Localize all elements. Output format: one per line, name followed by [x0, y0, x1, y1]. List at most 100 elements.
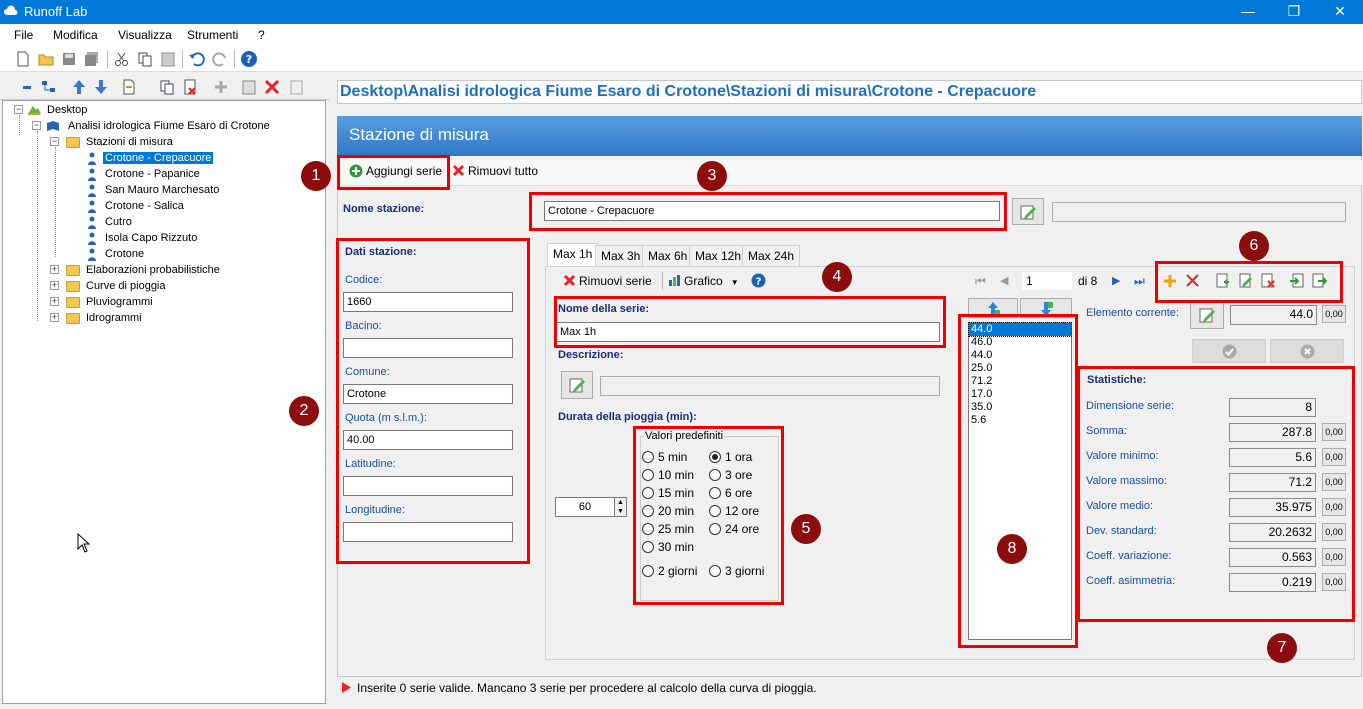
- new-file-icon[interactable]: [14, 50, 32, 68]
- menu-help[interactable]: ?: [258, 28, 265, 42]
- station-status-field: [1052, 202, 1346, 222]
- annotation-box: [633, 426, 784, 605]
- station-name-label: Nome stazione:: [343, 203, 425, 215]
- tab-max-6h[interactable]: Max 6h: [642, 245, 694, 267]
- redo-icon[interactable]: [211, 50, 229, 68]
- add-disabled-icon[interactable]: [212, 78, 230, 96]
- cancel-button[interactable]: [1270, 339, 1344, 363]
- tree-structure-icon[interactable]: [40, 78, 58, 96]
- help-icon[interactable]: ?: [240, 50, 258, 68]
- station-icon: [88, 184, 96, 197]
- tree-node-station[interactable]: Crotone: [87, 246, 146, 262]
- edit-note-icon: [1199, 308, 1215, 323]
- save-all-icon[interactable]: [83, 50, 101, 68]
- annotation-badge-5: 5: [791, 514, 821, 544]
- edit-name-button[interactable]: [1012, 198, 1044, 225]
- maximize-button[interactable]: ❐: [1271, 0, 1317, 24]
- tree-node-stazioni[interactable]: Stazioni di misura: [66, 134, 175, 150]
- current-element-label: Elemento corrente:: [1086, 307, 1179, 319]
- station-icon: [88, 168, 96, 181]
- move-up-icon[interactable]: [70, 78, 88, 96]
- menu-visualizza[interactable]: Visualizza: [118, 28, 172, 42]
- decimals-button[interactable]: 0,00: [1322, 305, 1346, 323]
- tree-node-folder[interactable]: Elaborazioni probabilistiche: [66, 262, 222, 278]
- annotation-badge-8: 8: [997, 534, 1027, 564]
- confirm-button[interactable]: [1192, 339, 1266, 363]
- copy-node-icon[interactable]: [158, 78, 176, 96]
- last-page-button[interactable]: ⏭: [1134, 274, 1145, 289]
- next-page-button[interactable]: ▶: [1112, 274, 1120, 287]
- remove-series-button[interactable]: Rimuovi serie: [563, 274, 652, 288]
- delete-icon: [452, 164, 465, 177]
- chart-dropdown-button[interactable]: Grafico ▼: [668, 274, 739, 288]
- edit-description-button[interactable]: [561, 371, 593, 399]
- duration-input[interactable]: 60: [555, 497, 615, 517]
- tab-max-3h[interactable]: Max 3h: [595, 245, 647, 267]
- delete-doc-icon[interactable]: [181, 78, 199, 96]
- book-icon: [47, 121, 59, 132]
- edit-current-button[interactable]: [1190, 301, 1224, 329]
- prev-page-button[interactable]: ◀: [1000, 274, 1008, 287]
- first-page-button[interactable]: ⏮: [975, 274, 986, 289]
- tree-node-desktop[interactable]: Desktop: [27, 102, 89, 118]
- description-field: [600, 376, 940, 396]
- menu-strumenti[interactable]: Strumenti: [187, 28, 238, 42]
- collapse-icon[interactable]: [18, 78, 36, 96]
- folder-icon: [66, 296, 80, 308]
- station-icon: [88, 152, 96, 165]
- tree-node-station[interactable]: San Mauro Marchesato: [87, 182, 221, 198]
- menu-file[interactable]: File: [14, 28, 33, 42]
- annotation-box: [337, 155, 450, 190]
- new-item-icon[interactable]: [120, 78, 138, 96]
- edit-note-icon: [569, 378, 585, 393]
- chevron-up-icon[interactable]: ▲: [617, 499, 624, 506]
- expand-toggle[interactable]: +: [50, 281, 59, 290]
- tree-node-folder[interactable]: Idrogrammi: [66, 310, 144, 326]
- tree-node-folder[interactable]: Curve di pioggia: [66, 278, 168, 294]
- tree-node-station[interactable]: Isola Capo Rizzuto: [87, 230, 199, 246]
- menu-modifica[interactable]: Modifica: [53, 28, 98, 42]
- toolbar-separator: [234, 50, 235, 68]
- open-folder-icon[interactable]: [37, 50, 55, 68]
- desktop-icon: [28, 106, 41, 116]
- menu-bar: File Modifica Visualizza Strumenti ?: [0, 24, 1363, 46]
- paste-icon[interactable]: [159, 50, 177, 68]
- minimize-button[interactable]: —: [1225, 0, 1271, 24]
- tree-node-station[interactable]: Cutro: [87, 214, 134, 230]
- duration-spinner[interactable]: ▲ ▼: [614, 497, 627, 517]
- close-button[interactable]: ✕: [1317, 0, 1363, 24]
- help-icon[interactable]: ?: [751, 273, 766, 288]
- tab-max-12h[interactable]: Max 12h: [689, 245, 748, 267]
- cut-icon[interactable]: [113, 50, 131, 68]
- page-count: di 8: [1078, 274, 1098, 288]
- chevron-down-icon[interactable]: ▼: [617, 508, 624, 515]
- current-value-field[interactable]: 44.0: [1230, 305, 1317, 325]
- undo-icon[interactable]: [188, 50, 206, 68]
- svg-text:?: ?: [246, 53, 252, 66]
- tab-max-24h[interactable]: Max 24h: [742, 245, 801, 267]
- tree-node-project[interactable]: Analisi idrologica Fiume Esaro di Croton…: [46, 118, 272, 134]
- annotation-badge-1: 1: [301, 161, 331, 191]
- tab-max-1h[interactable]: Max 1h: [547, 243, 599, 267]
- page-input[interactable]: 1: [1022, 272, 1072, 290]
- expand-toggle[interactable]: +: [50, 297, 59, 306]
- expand-toggle[interactable]: −: [32, 121, 41, 130]
- tree-node-station[interactable]: Crotone - Salica: [87, 198, 186, 214]
- chevron-down-icon: ▼: [730, 278, 739, 287]
- copy-icon[interactable]: [136, 50, 154, 68]
- expand-toggle[interactable]: −: [50, 137, 59, 146]
- project-tree[interactable]: − Desktop − Analisi idrologica Fiume Esa…: [2, 100, 326, 704]
- expand-toggle[interactable]: −: [14, 105, 23, 114]
- remove-all-button[interactable]: Rimuovi tutto: [452, 164, 538, 178]
- delete-icon[interactable]: [263, 78, 281, 96]
- move-down-icon[interactable]: [92, 78, 110, 96]
- save-icon[interactable]: [60, 50, 78, 68]
- tree-node-station[interactable]: Crotone - Papanice: [87, 166, 202, 182]
- bar-chart-icon: [669, 275, 680, 286]
- expand-toggle[interactable]: +: [50, 265, 59, 274]
- paste-node-icon[interactable]: [240, 78, 258, 96]
- expand-toggle[interactable]: +: [50, 313, 59, 322]
- tree-node-station[interactable]: Crotone - Crepacuore: [87, 150, 214, 166]
- properties-icon[interactable]: [288, 78, 306, 96]
- tree-node-folder[interactable]: Pluviogrammi: [66, 294, 155, 310]
